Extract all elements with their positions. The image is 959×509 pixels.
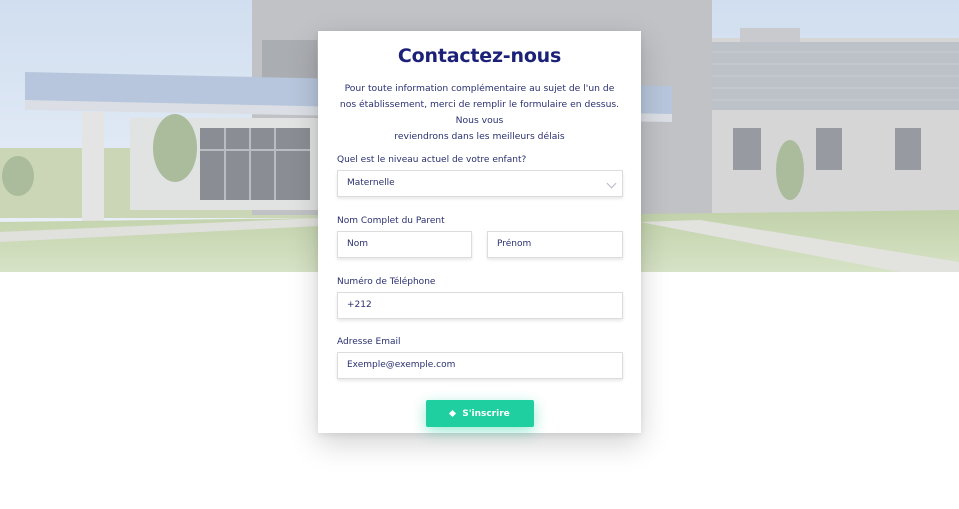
first-name-placeholder: Prénom [497,239,532,249]
level-label: Quel est le niveau actuel de votre enfan… [337,155,527,165]
submit-label: S'inscrire [462,408,510,419]
phone-value: +212 [347,300,372,310]
level-select[interactable]: Maternelle [337,170,623,197]
chevron-down-icon [606,178,617,189]
form-title: Contactez-nous [397,45,562,67]
email-label: Adresse Email [337,337,401,347]
phone-input[interactable]: +212 [337,292,623,319]
contact-form-card: Contactez-nous Pour toute information co… [318,31,641,433]
submit-button[interactable]: S'inscrire [426,400,534,427]
parent-name-label: Nom Complet du Parent [337,216,445,226]
form-description: Pour toute information complémentaire au… [332,81,627,145]
last-name-placeholder: Nom [347,239,369,249]
email-input[interactable]: Exemple@exemple.com [337,352,623,379]
phone-label: Numéro de Téléphone [337,277,436,287]
last-name-input[interactable]: Nom [337,231,472,258]
first-name-input[interactable]: Prénom [487,231,623,258]
diamond-icon [449,409,457,418]
description-line: Pour toute information complémentaire au… [344,83,615,94]
email-placeholder: Exemple@exemple.com [347,360,456,370]
description-line: reviendrons dans les meilleurs délais [394,131,565,142]
level-select-value: Maternelle [347,178,395,188]
description-line: nos établissement, merci de remplir le f… [339,99,620,126]
